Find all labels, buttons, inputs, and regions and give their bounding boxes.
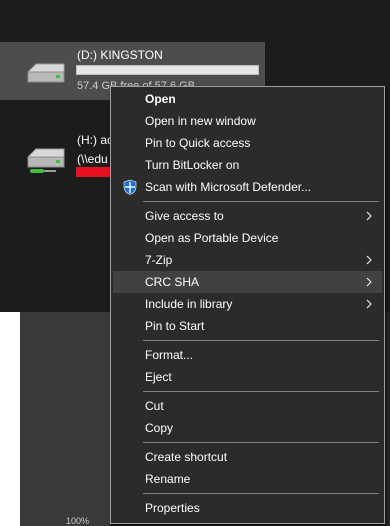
menu-item-scan-with-microsoft-defender[interactable]: Scan with Microsoft Defender...: [113, 176, 382, 198]
menu-item-eject[interactable]: Eject: [113, 366, 382, 388]
drive-usage-bar-d: [76, 65, 259, 75]
content-area: [20, 312, 110, 526]
chevron-right-icon: [366, 211, 372, 221]
menu-item-open-in-new-window[interactable]: Open in new window: [113, 110, 382, 132]
menu-item-create-shortcut[interactable]: Create shortcut: [113, 446, 382, 468]
menu-item-label: Turn BitLocker on: [145, 158, 240, 172]
menu-item-label: Scan with Microsoft Defender...: [145, 180, 312, 194]
menu-item-label: Format...: [145, 348, 194, 362]
menu-item-format[interactable]: Format...: [113, 344, 382, 366]
menu-item-label: Open: [145, 92, 176, 106]
menu-item-rename[interactable]: Rename: [113, 468, 382, 490]
menu-item-label: Open in new window: [145, 114, 256, 128]
menu-item-label: Properties: [145, 501, 200, 515]
menu-item-label: Cut: [145, 399, 164, 413]
menu-item-7-zip[interactable]: 7-Zip: [113, 249, 382, 271]
zoom-level: 100%: [66, 516, 90, 526]
menu-item-crc-sha[interactable]: CRC SHA: [113, 271, 382, 293]
chevron-right-icon: [366, 277, 372, 287]
drive-name-d: (D:) KINGSTON: [77, 48, 163, 62]
menu-item-label: Create shortcut: [145, 450, 228, 464]
menu-item-open-as-portable-device[interactable]: Open as Portable Device: [113, 227, 382, 249]
menu-item-label: Include in library: [145, 297, 233, 311]
menu-item-label: Pin to Quick access: [145, 136, 251, 150]
menu-separator: [143, 340, 379, 341]
status-bar: 100%: [20, 516, 110, 526]
menu-item-label: 7-Zip: [145, 253, 173, 267]
usb-drive-icon: [26, 63, 65, 83]
menu-separator: [143, 442, 379, 443]
menu-item-turn-bitlocker-on[interactable]: Turn BitLocker on: [113, 154, 382, 176]
chevron-right-icon: [366, 255, 372, 265]
defender-shield-icon: [123, 179, 137, 195]
menu-item-label: Pin to Start: [145, 319, 205, 333]
menu-item-label: CRC SHA: [145, 275, 200, 289]
menu-item-open[interactable]: Open: [113, 88, 382, 110]
menu-item-properties[interactable]: Properties: [113, 497, 382, 519]
menu-item-copy[interactable]: Copy: [113, 417, 382, 439]
drive-path-h: (\\edu: [77, 152, 108, 166]
menu-item-label: Give access to: [145, 209, 224, 223]
network-drive-icon: [26, 148, 65, 173]
navigation-pane: [0, 312, 20, 526]
menu-separator: [143, 201, 379, 202]
chevron-right-icon: [366, 299, 372, 309]
menu-item-pin-to-start[interactable]: Pin to Start: [113, 315, 382, 337]
menu-item-cut[interactable]: Cut: [113, 395, 382, 417]
menu-item-give-access-to[interactable]: Give access to: [113, 205, 382, 227]
menu-item-include-in-library[interactable]: Include in library: [113, 293, 382, 315]
menu-item-label: Open as Portable Device: [145, 231, 279, 245]
menu-item-label: Eject: [145, 370, 172, 384]
menu-item-label: Rename: [145, 472, 191, 486]
menu-separator: [143, 493, 379, 494]
drive-name-h: (H:) ac: [77, 133, 113, 147]
context-menu: Open Open in new window Pin to Quick acces…: [110, 86, 385, 524]
menu-item-label: Copy: [145, 421, 174, 435]
menu-separator: [143, 391, 379, 392]
menu-item-pin-to-quick-access[interactable]: Pin to Quick access: [113, 132, 382, 154]
